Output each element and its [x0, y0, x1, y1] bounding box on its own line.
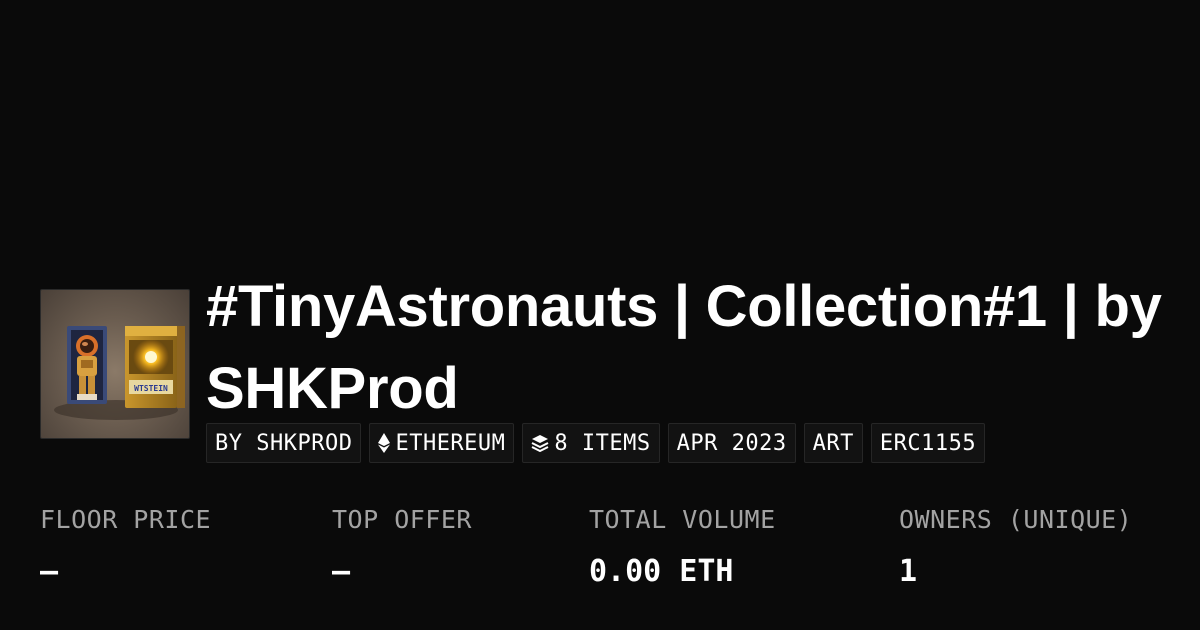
collection-title: #TinyAstronauts | Collection#1 | by SHKP…	[206, 266, 1200, 430]
stat-floor-price: FLOOR PRICE —	[40, 505, 211, 589]
stat-top-offer-label: TOP OFFER	[332, 505, 472, 534]
stat-top-offer: TOP OFFER —	[332, 505, 472, 589]
stat-floor-price-label: FLOOR PRICE	[40, 505, 212, 534]
tag-creator-label: BY SHKPROD	[215, 430, 353, 456]
stat-owners-value: 1	[899, 554, 918, 589]
stat-total-volume-label: TOTAL VOLUME	[589, 505, 776, 534]
tag-token-standard-label: ERC1155	[879, 430, 977, 456]
collection-image[interactable]: WTSTEIN	[40, 289, 190, 439]
stat-total-volume-value: 0.00 ETH	[589, 554, 734, 589]
tag-creator[interactable]: BY SHKPROD	[206, 423, 362, 463]
tag-created-date[interactable]: APR 2023	[667, 423, 796, 463]
astronaut-artwork: WTSTEIN	[54, 326, 185, 420]
ethereum-icon	[378, 433, 391, 453]
tag-chain-label: ETHEREUM	[395, 430, 506, 456]
tag-item-count-label: 8 ITEMS	[554, 430, 651, 456]
layers-icon	[531, 434, 549, 452]
tag-category[interactable]: ART	[803, 423, 863, 463]
tag-category-label: ART	[812, 430, 854, 456]
tag-token-standard[interactable]: ERC1155	[870, 423, 986, 463]
tag-chain[interactable]: ETHEREUM	[369, 423, 515, 463]
collection-title-line-2: SHKProd	[206, 356, 459, 421]
stat-owners: OWNERS (UNIQUE) 1	[899, 505, 1132, 589]
stat-owners-label: OWNERS (UNIQUE)	[899, 505, 1133, 534]
collection-title-line-1: #TinyAstronauts | Collection#1 | by	[206, 274, 1162, 339]
collection-tags: BY SHKPROD ETHEREUM 8 ITEMS APR 2023 ART…	[206, 423, 986, 463]
tag-created-date-label: APR 2023	[676, 430, 787, 456]
stat-top-offer-value: —	[332, 554, 351, 589]
stat-floor-price-value: —	[40, 554, 59, 589]
collection-share-card: WTSTEIN #TinyAstronauts | Collection#1 |…	[0, 0, 1200, 630]
svg-text:WTSTEIN: WTSTEIN	[134, 384, 168, 393]
stat-total-volume: TOTAL VOLUME 0.00 ETH	[589, 505, 776, 589]
tag-item-count[interactable]: 8 ITEMS	[522, 423, 660, 463]
